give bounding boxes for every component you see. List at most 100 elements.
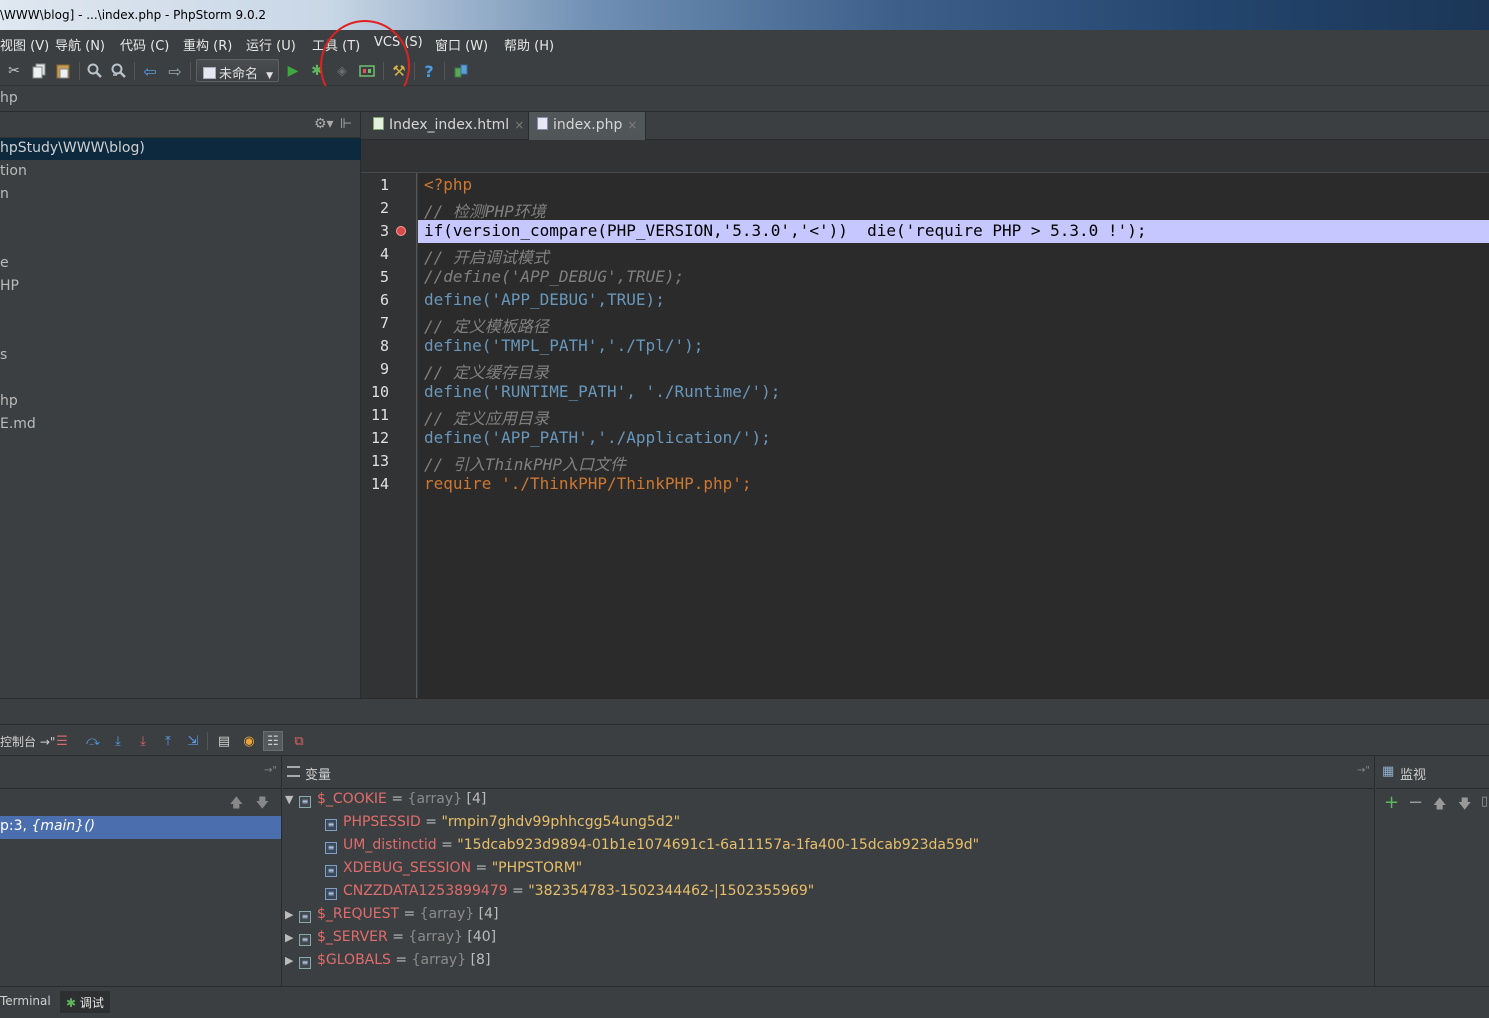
window-titlebar: \WWW\blog] - ...\index.php - PhpStorm 9.… [0,0,1489,30]
code-editor[interactable]: <?php // 检测PHP环境 if(version_compare(PHP_… [418,173,1489,698]
tree-item[interactable]: e [0,253,361,275]
copy-icon[interactable] [28,60,50,82]
watch-icon[interactable]: ◉ [239,731,259,751]
menu-help[interactable]: 帮助 (H) [504,35,554,54]
line-number: 8 [379,337,389,355]
arrow-down-icon[interactable]: 🡇 [1458,795,1471,817]
menu-bar: 视图 (V) 导航 (N) 代码 (C) 重构 (R) 运行 (U) 工具 (T… [0,30,1489,56]
console-tab-label[interactable]: 控制台 →" [0,733,55,750]
add-icon[interactable]: + [1384,792,1399,813]
list-icon [287,766,300,777]
step-out-icon[interactable]: ⤒ [158,731,178,751]
menu-view[interactable]: 视图 (V) [0,35,49,54]
string-field-icon: ≡ [325,888,337,900]
array-icon: ≡ [299,796,311,808]
back-icon[interactable]: ⇦ [139,60,161,82]
line-number: 7 [379,314,389,332]
variable-row[interactable]: ≡ PHPSESSID = "rmpin7ghdv99phhcgg54ung5d2… [325,814,680,837]
menu-code[interactable]: 代码 (C) [120,35,169,54]
show-execution-point-icon[interactable]: ☰ [52,731,72,751]
run-icon[interactable]: ▶ [282,60,304,82]
expanded-arrow-icon[interactable]: ▼ [285,793,299,806]
collapse-icon[interactable]: ⊩ [340,116,352,132]
menu-run[interactable]: 运行 (U) [246,35,296,54]
force-step-into-icon[interactable]: ⤓ [133,731,153,751]
run-config-label: 未命名 [219,67,259,82]
breakpoint-icon[interactable] [396,226,406,236]
tree-item[interactable] [0,207,361,229]
tree-item[interactable]: s [0,345,361,367]
tree-item[interactable]: n [0,184,361,206]
variables-title: 变量 [305,768,332,783]
arrow-up-icon[interactable]: 🡅 [230,794,243,816]
tab-terminal[interactable]: Terminal [0,991,57,1013]
variable-row[interactable]: ▶ ≡ $_REQUEST = {array} [4] [285,906,499,929]
watches-header: ▦ 监视 [1376,756,1489,789]
arrow-up-icon[interactable]: 🡅 [1433,795,1446,817]
evaluate-expression-icon[interactable]: ▤ [214,731,234,751]
variable-row[interactable]: ≡ CNZZDATA1253899479 = "382354783-1502344… [325,883,814,906]
replace-icon[interactable] [108,60,130,82]
tree-item[interactable] [0,322,361,344]
code-line: //define('APP_DEBUG',TRUE); [424,267,685,286]
run-to-cursor-icon[interactable]: ⇲ [183,731,203,751]
remove-icon[interactable]: − [1408,792,1423,813]
run-configuration-select[interactable]: 未命名 ▼ [196,59,279,82]
copy-icon[interactable]: ▯ [1481,794,1488,809]
equals-sign: = [507,883,529,899]
settings-toggle-icon[interactable]: ☷ [263,731,283,751]
cut-icon[interactable]: ✂ [3,60,25,82]
variable-row[interactable]: ≡ XDEBUG_SESSION = "PHPSTORM" [325,860,582,883]
menu-refactor[interactable]: 重构 (R) [183,35,232,54]
variable-row[interactable]: ▼ ≡ $_COOKIE = {array} [4] [285,791,486,814]
code-line: // 定义缓存目录 [424,363,549,382]
tree-item[interactable] [0,299,361,321]
pin-icon[interactable]: →" [264,765,277,776]
plugin-icon[interactable] [450,60,472,82]
menu-window[interactable]: 窗口 (W) [435,35,488,54]
editor-tabs: Index_index.html × index.php × [361,112,1489,140]
line-number: 2 [379,199,389,217]
line-number: 14 [370,475,389,493]
line-number: 1 [379,176,389,194]
tree-item[interactable]: tion [0,161,361,183]
tree-item[interactable] [0,368,361,390]
line-number: 12 [370,429,389,447]
frame-location: p:3, [0,818,32,834]
stack-frame-main[interactable]: p:3, {main}() [0,816,281,839]
line-number: 5 [379,268,389,286]
pin-icon[interactable]: →" [1357,765,1370,776]
variable-row[interactable]: ▶ ≡ $_SERVER = {array} [40] [285,929,496,952]
frames-toolbar: 🡅 🡇 [0,789,281,815]
close-icon[interactable]: × [514,118,524,132]
tab-debug[interactable]: ✱ 调试 [60,991,110,1013]
close-icon[interactable]: × [627,118,637,132]
tab-index-index-html[interactable]: Index_index.html × [365,112,532,140]
restore-layout-icon[interactable]: ⧉ [289,731,309,751]
paste-icon[interactable] [52,60,74,82]
equals-sign: = [436,837,458,853]
variable-row[interactable]: ▶ ≡ $GLOBALS = {array} [8] [285,952,490,975]
breadcrumb[interactable]: hp [0,90,18,106]
help-icon[interactable]: ? [418,60,440,82]
tree-item[interactable]: E.md [0,414,361,436]
tree-item[interactable]: HP [0,276,361,298]
menu-navigate[interactable]: 导航 (N) [55,35,105,54]
code-line: // 定义应用目录 [424,409,549,428]
tab-index-php[interactable]: index.php × [528,112,647,140]
variable-row[interactable]: ≡ UM_distinctid = "15dcab923d9894-01b1e10… [325,837,979,860]
gear-icon[interactable]: ⚙▾ [314,116,334,132]
forward-icon[interactable]: ⇨ [164,60,186,82]
arrow-down-icon[interactable]: 🡇 [256,794,269,816]
find-icon[interactable] [84,60,106,82]
equals-sign: = [471,860,492,876]
php-file-icon [537,117,548,130]
collapsed-arrow-icon[interactable]: ▶ [285,954,299,967]
status-strip [0,698,1489,724]
step-into-icon[interactable]: ⤓ [108,731,128,751]
collapsed-arrow-icon[interactable]: ▶ [285,908,299,921]
step-over-icon[interactable]: ⤼ [83,731,103,751]
tree-item-project-root[interactable]: hpStudy\WWW\blog) [0,138,361,160]
collapsed-arrow-icon[interactable]: ▶ [285,931,299,944]
tree-item[interactable]: hp [0,391,361,413]
